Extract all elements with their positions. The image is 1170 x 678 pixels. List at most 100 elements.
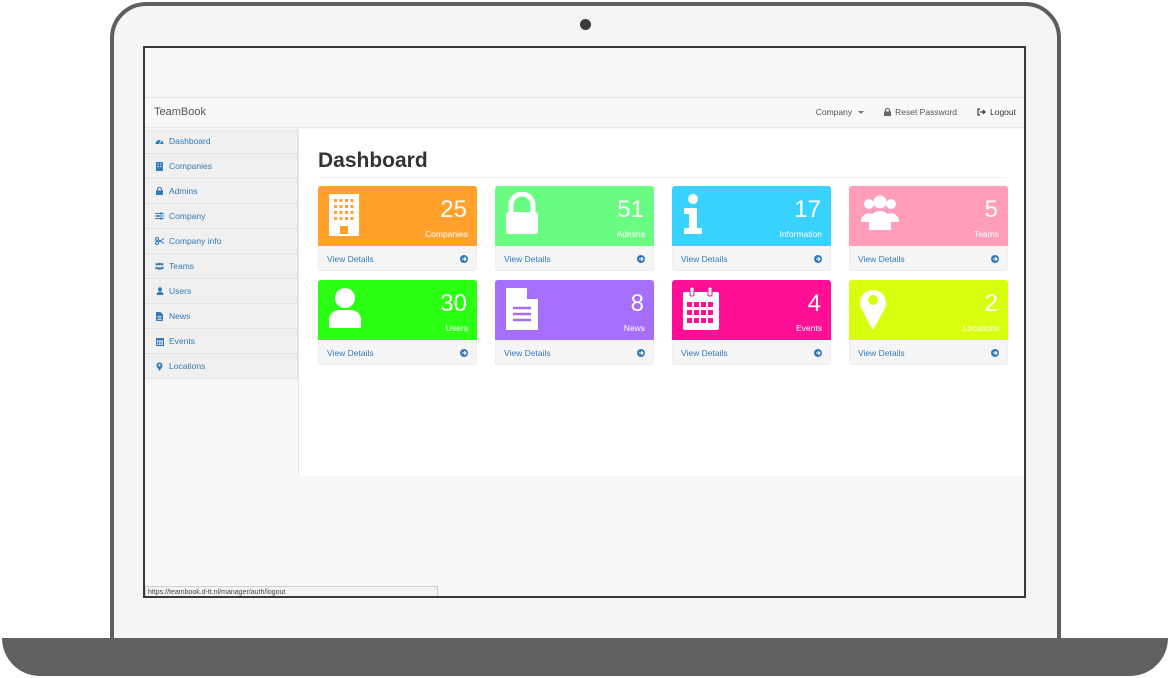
view-details-link[interactable]: View Details	[672, 246, 831, 271]
view-details-link[interactable]: View Details	[495, 340, 654, 365]
card-count: 25	[440, 196, 467, 223]
view-details-link[interactable]: View Details	[849, 246, 1008, 271]
scissors-icon	[155, 237, 164, 246]
card-label: Events	[796, 323, 822, 333]
view-details-label: View Details	[504, 347, 551, 358]
sidebar-item-label: Locations	[169, 361, 206, 371]
view-details-link[interactable]: View Details	[318, 340, 477, 365]
sidebar-item-label: News	[169, 311, 191, 321]
building-icon	[155, 161, 164, 171]
sidebar-item-label: Events	[169, 336, 195, 346]
sidebar-item-teams[interactable]: Teams	[145, 254, 297, 279]
screen: TeamBook Company Reset Password Logout D…	[143, 46, 1026, 598]
sidebar-item-admins[interactable]: Admins	[145, 179, 297, 204]
file-icon	[155, 311, 164, 321]
stat-card-events: 4 Events View Details	[672, 280, 831, 365]
arrow-circle-right-icon	[460, 254, 468, 263]
view-details-link[interactable]: View Details	[849, 340, 1008, 365]
card-label: Users	[445, 323, 468, 333]
calendar-icon	[683, 286, 719, 330]
lock-icon	[155, 187, 164, 196]
logout-link[interactable]: Logout	[977, 107, 1016, 117]
card-count: 2	[984, 290, 998, 317]
users-icon	[860, 195, 900, 230]
reset-password-link[interactable]: Reset Password	[884, 107, 957, 117]
card-label: News	[623, 323, 645, 333]
card-label: Admins	[616, 229, 645, 239]
laptop-base	[2, 638, 1168, 676]
card-header: 25 Companies	[318, 186, 477, 246]
sidebar-item-companies[interactable]: Companies	[145, 154, 297, 179]
view-details-label: View Details	[858, 253, 905, 264]
browser-status-url: https://teambook.d-tt.nl/manager/auth/lo…	[145, 586, 438, 596]
view-details-link[interactable]: View Details	[495, 246, 654, 271]
view-details-label: View Details	[327, 347, 374, 358]
arrow-circle-right-icon	[991, 254, 999, 263]
stat-card-news: 8 News View Details	[495, 280, 654, 365]
card-count: 5	[984, 196, 998, 223]
view-details-link[interactable]: View Details	[318, 246, 477, 271]
sidebar: Dashboard Companies Admins Company Compa…	[145, 129, 298, 379]
stat-card-admins: 51 Admins View Details	[495, 186, 654, 271]
card-header: 4 Events	[672, 280, 831, 340]
sidebar-item-locations[interactable]: Locations	[145, 354, 297, 379]
lock-icon	[884, 108, 892, 116]
card-header: 2 Locations	[849, 280, 1008, 340]
card-count: 4	[807, 290, 821, 317]
stat-card-companies: 25 Companies View Details	[318, 186, 477, 271]
sidebar-item-company[interactable]: Company	[145, 204, 297, 229]
page-title: Dashboard	[318, 149, 428, 172]
view-details-link[interactable]: View Details	[672, 340, 831, 365]
card-label: Teams	[973, 229, 999, 239]
top-navbar: TeamBook Company Reset Password Logout	[145, 98, 1024, 128]
sidebar-item-news[interactable]: News	[145, 304, 297, 329]
brand-logo[interactable]: TeamBook	[154, 106, 206, 118]
sidebar-item-label: Company info	[169, 236, 222, 246]
sidebar-item-company-info[interactable]: Company info	[145, 229, 297, 254]
building-icon	[329, 194, 359, 236]
sidebar-item-users[interactable]: Users	[145, 279, 297, 304]
view-details-label: View Details	[681, 347, 728, 358]
company-dropdown-label: Company	[815, 107, 853, 117]
card-count: 17	[794, 196, 821, 223]
sidebar-item-label: Dashboard	[169, 136, 211, 146]
stat-card-information: 17 Information View Details	[672, 186, 831, 271]
sidebar-item-label: Users	[169, 286, 192, 296]
user-icon	[329, 288, 361, 328]
sidebar-item-label: Companies	[169, 161, 212, 171]
card-header: 5 Teams	[849, 186, 1008, 246]
caret-down-icon	[858, 110, 865, 114]
sidebar-item-label: Admins	[169, 186, 198, 196]
navbar-right: Company Reset Password Logout	[816, 107, 1016, 117]
arrow-circle-right-icon	[637, 254, 645, 263]
arrow-circle-right-icon	[991, 348, 999, 357]
user-icon	[155, 287, 164, 296]
sidebar-item-dashboard[interactable]: Dashboard	[145, 129, 297, 154]
camera-dot	[580, 19, 591, 30]
company-dropdown[interactable]: Company	[815, 107, 865, 117]
sidebar-item-label: Teams	[169, 261, 195, 271]
card-count: 30	[440, 290, 467, 317]
sidebar-item-label: Company	[169, 211, 206, 221]
card-label: Locations	[962, 323, 999, 333]
arrow-circle-right-icon	[637, 348, 645, 357]
view-details-label: View Details	[858, 347, 905, 358]
sign-out-icon	[977, 108, 986, 116]
map-marker-icon	[860, 290, 886, 330]
card-count: 51	[617, 196, 644, 223]
card-header: 51 Admins	[495, 186, 654, 246]
main-content: Dashboard 25 Companies View Details 51 A…	[298, 129, 1024, 476]
file-icon	[506, 288, 538, 330]
arrow-circle-right-icon	[460, 348, 468, 357]
card-header: 17 Information	[672, 186, 831, 246]
card-header: 8 News	[495, 280, 654, 340]
card-label: Companies	[425, 229, 468, 239]
arrow-circle-right-icon	[814, 254, 822, 263]
title-divider	[318, 177, 1006, 178]
logout-label: Logout	[990, 107, 1016, 117]
stat-card-teams: 5 Teams View Details	[849, 186, 1008, 271]
users-icon	[155, 262, 164, 271]
view-details-label: View Details	[504, 253, 551, 264]
map-marker-icon	[155, 361, 164, 371]
sidebar-item-events[interactable]: Events	[145, 329, 297, 354]
